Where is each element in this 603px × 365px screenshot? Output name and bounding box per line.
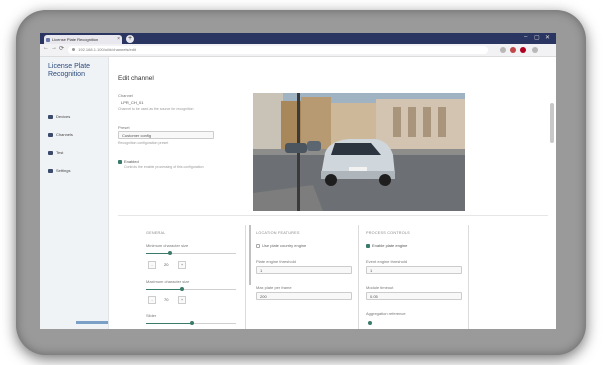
section-classifier-title: PROCESS CONTROLS (366, 231, 410, 235)
max-char-slider-fill (146, 289, 182, 290)
slider3-fill (146, 323, 192, 324)
minimize-icon[interactable]: – (524, 34, 527, 40)
site-info-icon (72, 48, 75, 51)
plate-engine-input[interactable]: 1 (256, 266, 352, 274)
enable-engine-label: Enable plate engine (372, 243, 408, 248)
test-icon (48, 150, 53, 155)
star-icon[interactable] (500, 47, 506, 53)
camera-icon (48, 132, 53, 137)
max-char-value: 70 (164, 297, 169, 302)
slider3-knob[interactable] (190, 321, 194, 325)
address-bar[interactable]: 192.168.1.100/ui/#/channels/edit (68, 46, 488, 54)
enabled-label: Enabled (124, 159, 139, 164)
max-char-increment-button[interactable]: + (178, 296, 186, 304)
general-scrollbar[interactable] (249, 225, 251, 285)
channel-value[interactable]: LPR_CH_01 (121, 100, 143, 105)
reload-icon[interactable]: ⟳ (59, 45, 64, 52)
favicon-icon (46, 38, 50, 42)
page-scrollbar[interactable] (550, 103, 554, 143)
app-brand: License Plate Recognition (48, 63, 91, 78)
device-icon (48, 114, 53, 119)
browser-tab[interactable]: License Plate Recognition × (44, 35, 122, 44)
maximize-icon[interactable]: ▢ (534, 34, 540, 41)
channel-help: Channel to be used as the source for rec… (118, 107, 194, 111)
min-char-slider-fill (146, 253, 170, 254)
sidebar-item-settings[interactable]: Settings (48, 167, 70, 175)
street-scene (253, 93, 465, 211)
event-engine-input[interactable]: 1 (366, 266, 462, 274)
use-regions-label: Use plate country engine (262, 243, 307, 248)
plate-engine-label: Plate engine threshold (256, 259, 296, 264)
tab-close-icon[interactable]: × (117, 35, 120, 44)
column-divider-2 (358, 225, 359, 329)
address-text: 192.168.1.100/ui/#/channels/edit (78, 47, 136, 52)
enabled-checkbox[interactable] (118, 160, 122, 164)
max-char-label: Maximum character size (146, 279, 190, 284)
tab-title: License Plate Recognition (52, 37, 99, 42)
preset-help: Recognition configuration preset (118, 141, 169, 145)
aggregation-knob[interactable] (368, 321, 372, 325)
max-plate-input[interactable]: 200 (256, 292, 352, 300)
min-char-label: Minimum character size (146, 243, 189, 248)
preset-select[interactable]: Customer config (118, 131, 214, 139)
sidebar-item-test[interactable]: Test (48, 149, 63, 157)
section-location-title: LOCATION FEATURES (256, 231, 300, 235)
camera-preview-image (253, 93, 465, 211)
channel-label: Channel (118, 93, 133, 98)
min-char-decrement-button[interactable]: - (148, 261, 156, 269)
extension-icon[interactable] (510, 47, 516, 53)
sidebar-item-devices[interactable]: Devices (48, 113, 70, 121)
sidebar-footer-bar (76, 321, 108, 324)
tab-bar: License Plate Recognition × + – ▢ ✕ (40, 33, 556, 44)
column-divider (245, 225, 246, 329)
event-engine-label: Event engine threshold (366, 259, 407, 264)
preset-label: Preset (118, 125, 130, 130)
max-plate-label: Max plate per frame (256, 285, 292, 290)
gear-icon (48, 168, 53, 173)
min-char-slider-knob[interactable] (168, 251, 172, 255)
menu-icon[interactable] (532, 47, 538, 53)
sidebar-item-channels[interactable]: Channels (48, 131, 73, 139)
forward-icon[interactable]: → (51, 45, 57, 51)
section-general-title: GENERAL (146, 231, 166, 235)
min-char-increment-button[interactable]: + (178, 261, 186, 269)
sidebar: License Plate Recognition Devices Channe… (40, 57, 109, 329)
column-divider-3 (468, 225, 469, 329)
close-window-icon[interactable]: ✕ (545, 34, 550, 41)
enable-engine-checkbox[interactable] (366, 244, 370, 248)
browser-window: License Plate Recognition × + – ▢ ✕ ← → … (40, 33, 556, 329)
new-tab-button[interactable]: + (126, 35, 134, 43)
browser-toolbar: ← → ⟳ 192.168.1.100/ui/#/channels/edit (40, 44, 556, 57)
min-char-value: 20 (164, 262, 169, 267)
slider3-label: Slider (146, 313, 157, 318)
aggregation-label: Aggregation reference (366, 311, 406, 316)
use-regions-checkbox[interactable] (256, 244, 260, 248)
page-title: Edit channel (118, 75, 154, 82)
profile-icon[interactable] (520, 47, 526, 53)
max-char-decrement-button[interactable]: - (148, 296, 156, 304)
back-icon[interactable]: ← (43, 45, 49, 51)
section-divider (118, 215, 548, 216)
max-char-slider-knob[interactable] (180, 287, 184, 291)
module-timeout-input[interactable]: 0.05 (366, 292, 462, 300)
enabled-help: Controls the enable processing of this c… (124, 165, 204, 169)
module-timeout-label: Module timeout (366, 285, 394, 290)
